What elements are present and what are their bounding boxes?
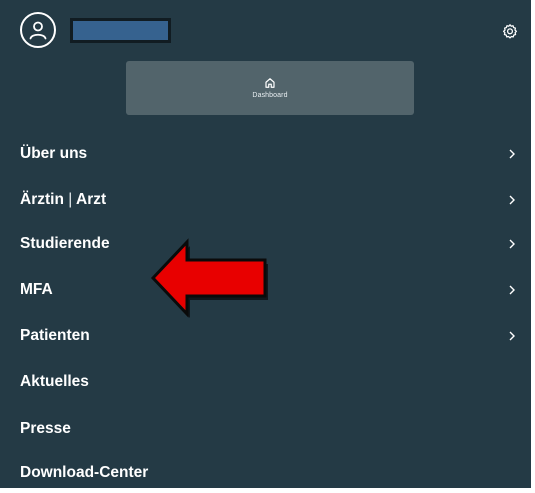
menu-item-label-second: Arzt [76,191,107,208]
menu-item-label: Patienten [20,327,90,344]
chevron-right-icon [509,331,515,341]
menu-item-presse[interactable]: Presse [0,409,531,449]
navigation-panel: Dashboard Über uns Ärztin | Arzt Studier… [0,0,533,490]
menu-item-aktuelles[interactable]: Aktuelles [0,362,531,402]
menu-item-label: MFA [20,281,53,298]
chevron-right-icon [509,195,515,205]
menu-item-download-center[interactable]: Download-Center [0,453,531,493]
red-arrow-icon [150,238,268,318]
menu-item-ueber-uns[interactable]: Über uns [0,134,531,174]
username-redacted [70,18,171,43]
menu-item-label: Über uns [20,145,88,162]
dashboard-label: Dashboard [252,92,288,99]
dashboard-button[interactable]: Dashboard [126,61,414,115]
menu-item-separator: | [68,191,73,208]
settings-button[interactable] [499,20,521,42]
menu-item-label: Studierende [20,235,110,252]
menu-item-label: Ärztin | Arzt [20,191,106,209]
chevron-right-icon [509,239,515,249]
chevron-right-icon [509,285,515,295]
menu-item-label: Download-Center [20,464,149,481]
avatar[interactable] [20,12,56,48]
home-icon [265,78,275,88]
menu-item-aerztin-arzt[interactable]: Ärztin | Arzt [0,180,531,220]
menu-item-label: Aktuelles [20,373,89,390]
chevron-right-icon [509,149,515,159]
menu-item-label: Presse [20,420,71,437]
gear-icon [502,24,518,39]
user-icon [29,21,47,40]
menu-item-label-main: Ärztin [20,191,64,208]
